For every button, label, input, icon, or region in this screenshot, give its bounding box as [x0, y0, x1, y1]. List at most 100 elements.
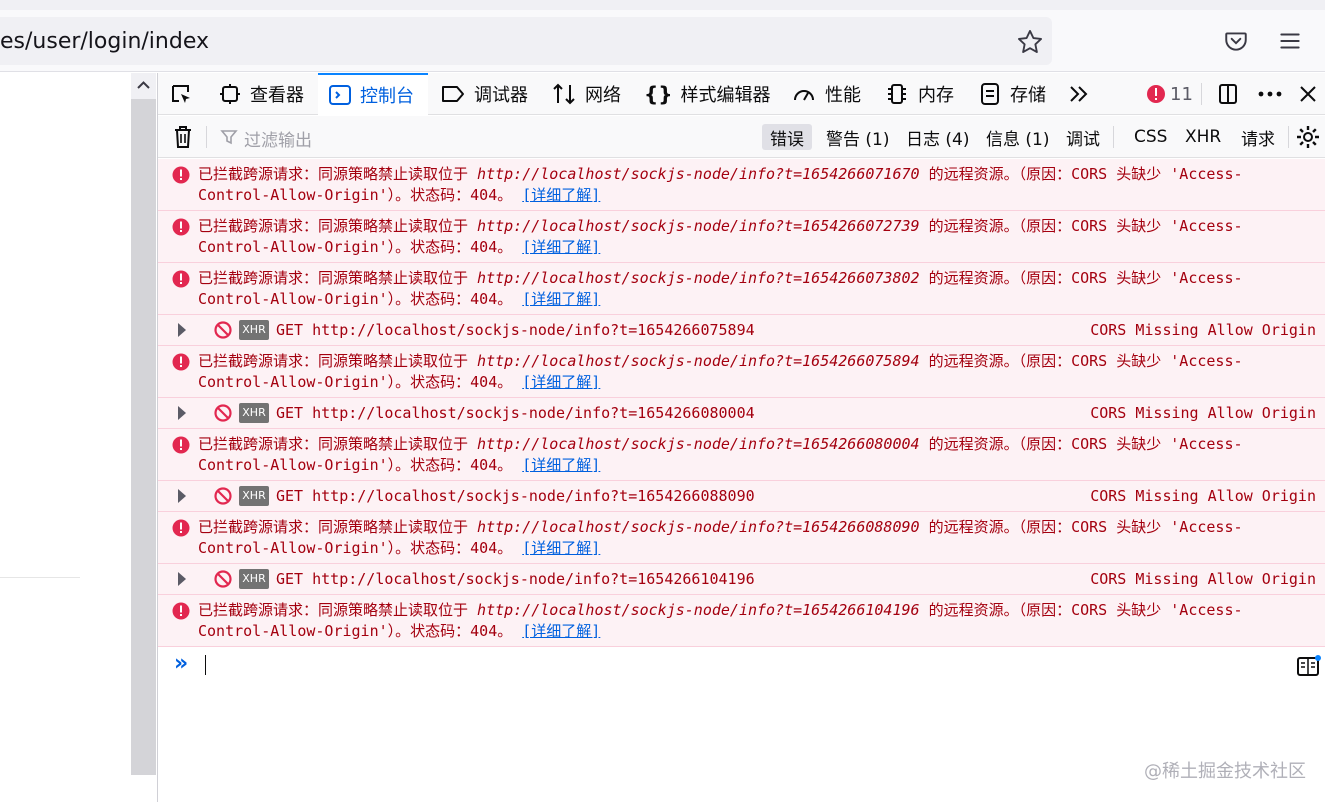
toolbar-separator [1201, 83, 1202, 105]
expand-arrow-icon[interactable] [176, 488, 188, 504]
message-status: Control-Allow-Origin'）。状态码：404。 [198, 456, 513, 474]
network-request-text[interactable]: GET http://localhost/sockjs-node/info?t=… [276, 486, 755, 506]
filter-info-button[interactable]: 信息 (1) [978, 124, 1057, 150]
network-request-text[interactable]: GET http://localhost/sockjs-node/info?t=… [276, 403, 755, 423]
message-url[interactable]: http://localhost/sockjs-node/info?t=1654… [477, 352, 920, 370]
hamburger-menu-icon[interactable] [1277, 28, 1303, 54]
message-suffix: 的远程资源。（原因：CORS 头缺少 'Access- [919, 269, 1243, 287]
page-scrollbar[interactable] [131, 73, 156, 775]
message-line: Control-Allow-Origin'）。状态码：404。 [详细了解] [198, 621, 600, 641]
tab-memory[interactable]: 内存 [884, 73, 954, 115]
message-url[interactable]: http://localhost/sockjs-node/info?t=1654… [477, 217, 920, 235]
filter-icon [220, 130, 238, 145]
scroll-up-button[interactable] [131, 73, 156, 99]
pocket-icon[interactable] [1223, 28, 1249, 54]
learn-more-link[interactable]: [详细了解] [522, 539, 600, 557]
element-picker-icon[interactable] [170, 83, 194, 107]
message-url[interactable]: http://localhost/sockjs-node/info?t=1654… [477, 435, 920, 453]
url-bar[interactable]: es/user/login/index [0, 17, 1052, 65]
tab-console[interactable]: 控制台 [318, 73, 428, 115]
message-line: Control-Allow-Origin'）。状态码：404。 [详细了解] [198, 372, 600, 392]
xhr-badge: XHR [239, 486, 269, 506]
filter-css-button[interactable]: CSS [1126, 124, 1175, 150]
error-count-badge[interactable]: 11 [1146, 73, 1193, 115]
gear-icon[interactable] [1296, 125, 1320, 149]
learn-more-link[interactable]: [详细了解] [522, 373, 600, 391]
message-line: Control-Allow-Origin'）。状态码：404。 [详细了解] [198, 237, 600, 257]
network-icon [553, 83, 575, 105]
expand-arrow-icon[interactable] [176, 322, 188, 338]
browser-top-strip [0, 0, 1325, 10]
inspector-icon [220, 84, 240, 104]
network-request-text[interactable]: GET http://localhost/sockjs-node/info?t=… [276, 569, 755, 589]
filter-logs-button[interactable]: 日志 (4) [898, 124, 977, 150]
tab-label: 查看器 [250, 85, 304, 106]
message-line: Control-Allow-Origin'）。状态码：404。 [详细了解] [198, 185, 600, 205]
blocked-icon [214, 321, 232, 339]
console-input[interactable]: » [158, 647, 1325, 681]
text-caret [205, 655, 206, 675]
tab-inspector[interactable]: 查看器 [218, 73, 304, 115]
message-url[interactable]: http://localhost/sockjs-node/info?t=1654… [477, 601, 920, 619]
tab-performance[interactable]: 性能 [791, 73, 861, 115]
network-request-text[interactable]: GET http://localhost/sockjs-node/info?t=… [276, 320, 755, 340]
expand-arrow-icon[interactable] [176, 571, 188, 587]
error-icon [172, 218, 190, 236]
message-url[interactable]: http://localhost/sockjs-node/info?t=1654… [477, 165, 920, 183]
message-prefix: 已拦截跨源请求：同源策略禁止读取位于 [198, 165, 478, 183]
filter-input[interactable]: 过滤输出 [244, 126, 312, 151]
memory-icon [888, 84, 906, 104]
message-status: Control-Allow-Origin'）。状态码：404。 [198, 539, 513, 557]
learn-more-link[interactable]: [详细了解] [522, 238, 600, 256]
dock-side-icon[interactable] [1216, 82, 1240, 106]
filter-xhr-button[interactable]: XHR [1177, 124, 1229, 150]
message-url[interactable]: http://localhost/sockjs-node/info?t=1654… [477, 518, 920, 536]
star-icon[interactable] [1016, 28, 1044, 56]
console-network-message[interactable]: XHR GET http://localhost/sockjs-node/info… [158, 398, 1325, 429]
browser-navbar: es/user/login/index [0, 10, 1325, 72]
filter-separator [1288, 126, 1289, 148]
learn-more-link[interactable]: [详细了解] [522, 622, 600, 640]
close-icon[interactable] [1296, 82, 1320, 106]
message-prefix: 已拦截跨源请求：同源策略禁止读取位于 [198, 435, 478, 453]
console-prompt-icon: » [174, 651, 189, 676]
devtools-panel: 查看器 控制台 调试器 网络 {} 样式编辑器 性能 内存 存储 11 过滤输出… [157, 73, 1325, 802]
message-line: Control-Allow-Origin'）。状态码：404。 [详细了解] [198, 289, 600, 309]
filter-warnings-button[interactable]: 警告 (1) [818, 124, 897, 150]
network-error-reason[interactable]: CORS Missing Allow Origin [1090, 320, 1316, 340]
message-line: 已拦截跨源请求：同源策略禁止读取位于 http://localhost/sock… [198, 164, 1243, 184]
tab-storage[interactable]: 存储 [978, 73, 1046, 115]
tab-network[interactable]: 网络 [551, 73, 621, 115]
console-network-message[interactable]: XHR GET http://localhost/sockjs-node/info… [158, 315, 1325, 346]
console-network-message[interactable]: XHR GET http://localhost/sockjs-node/info… [158, 481, 1325, 512]
network-error-reason[interactable]: CORS Missing Allow Origin [1090, 569, 1316, 589]
url-text[interactable]: es/user/login/index [0, 29, 209, 54]
storage-icon [981, 83, 999, 105]
message-prefix: 已拦截跨源请求：同源策略禁止读取位于 [198, 217, 478, 235]
chevron-up-icon [137, 81, 150, 89]
trash-icon[interactable] [172, 125, 194, 149]
more-options-icon[interactable] [1256, 82, 1284, 106]
message-url[interactable]: http://localhost/sockjs-node/info?t=1654… [477, 269, 920, 287]
filter-requests-button[interactable]: 请求 [1233, 124, 1283, 150]
tab-debugger[interactable]: 调试器 [440, 73, 528, 115]
message-prefix: 已拦截跨源请求：同源策略禁止读取位于 [198, 601, 478, 619]
message-prefix: 已拦截跨源请求：同源策略禁止读取位于 [198, 352, 478, 370]
message-status: Control-Allow-Origin'）。状态码：404。 [198, 373, 513, 391]
filter-debug-button[interactable]: 调试 [1058, 124, 1108, 150]
learn-more-link[interactable]: [详细了解] [522, 456, 600, 474]
network-error-reason[interactable]: CORS Missing Allow Origin [1090, 403, 1316, 423]
learn-more-link[interactable]: [详细了解] [522, 290, 600, 308]
message-status: Control-Allow-Origin'）。状态码：404。 [198, 186, 513, 204]
console-filter-bar: 过滤输出 错误 警告 (1) 日志 (4) 信息 (1) 调试 CSS XHR … [158, 116, 1325, 158]
xhr-badge: XHR [239, 320, 269, 340]
filter-errors-button[interactable]: 错误 [762, 124, 812, 150]
console-network-message[interactable]: XHR GET http://localhost/sockjs-node/info… [158, 564, 1325, 595]
message-line: 已拦截跨源请求：同源策略禁止读取位于 http://localhost/sock… [198, 268, 1243, 288]
network-error-reason[interactable]: CORS Missing Allow Origin [1090, 486, 1316, 506]
expand-arrow-icon[interactable] [176, 405, 188, 421]
learn-more-link[interactable]: [详细了解] [522, 186, 600, 204]
editor-mode-icon[interactable] [1296, 655, 1322, 677]
tab-style-editor[interactable]: {} 样式编辑器 [644, 73, 770, 115]
more-tabs-chevron-icon[interactable] [1066, 82, 1092, 106]
